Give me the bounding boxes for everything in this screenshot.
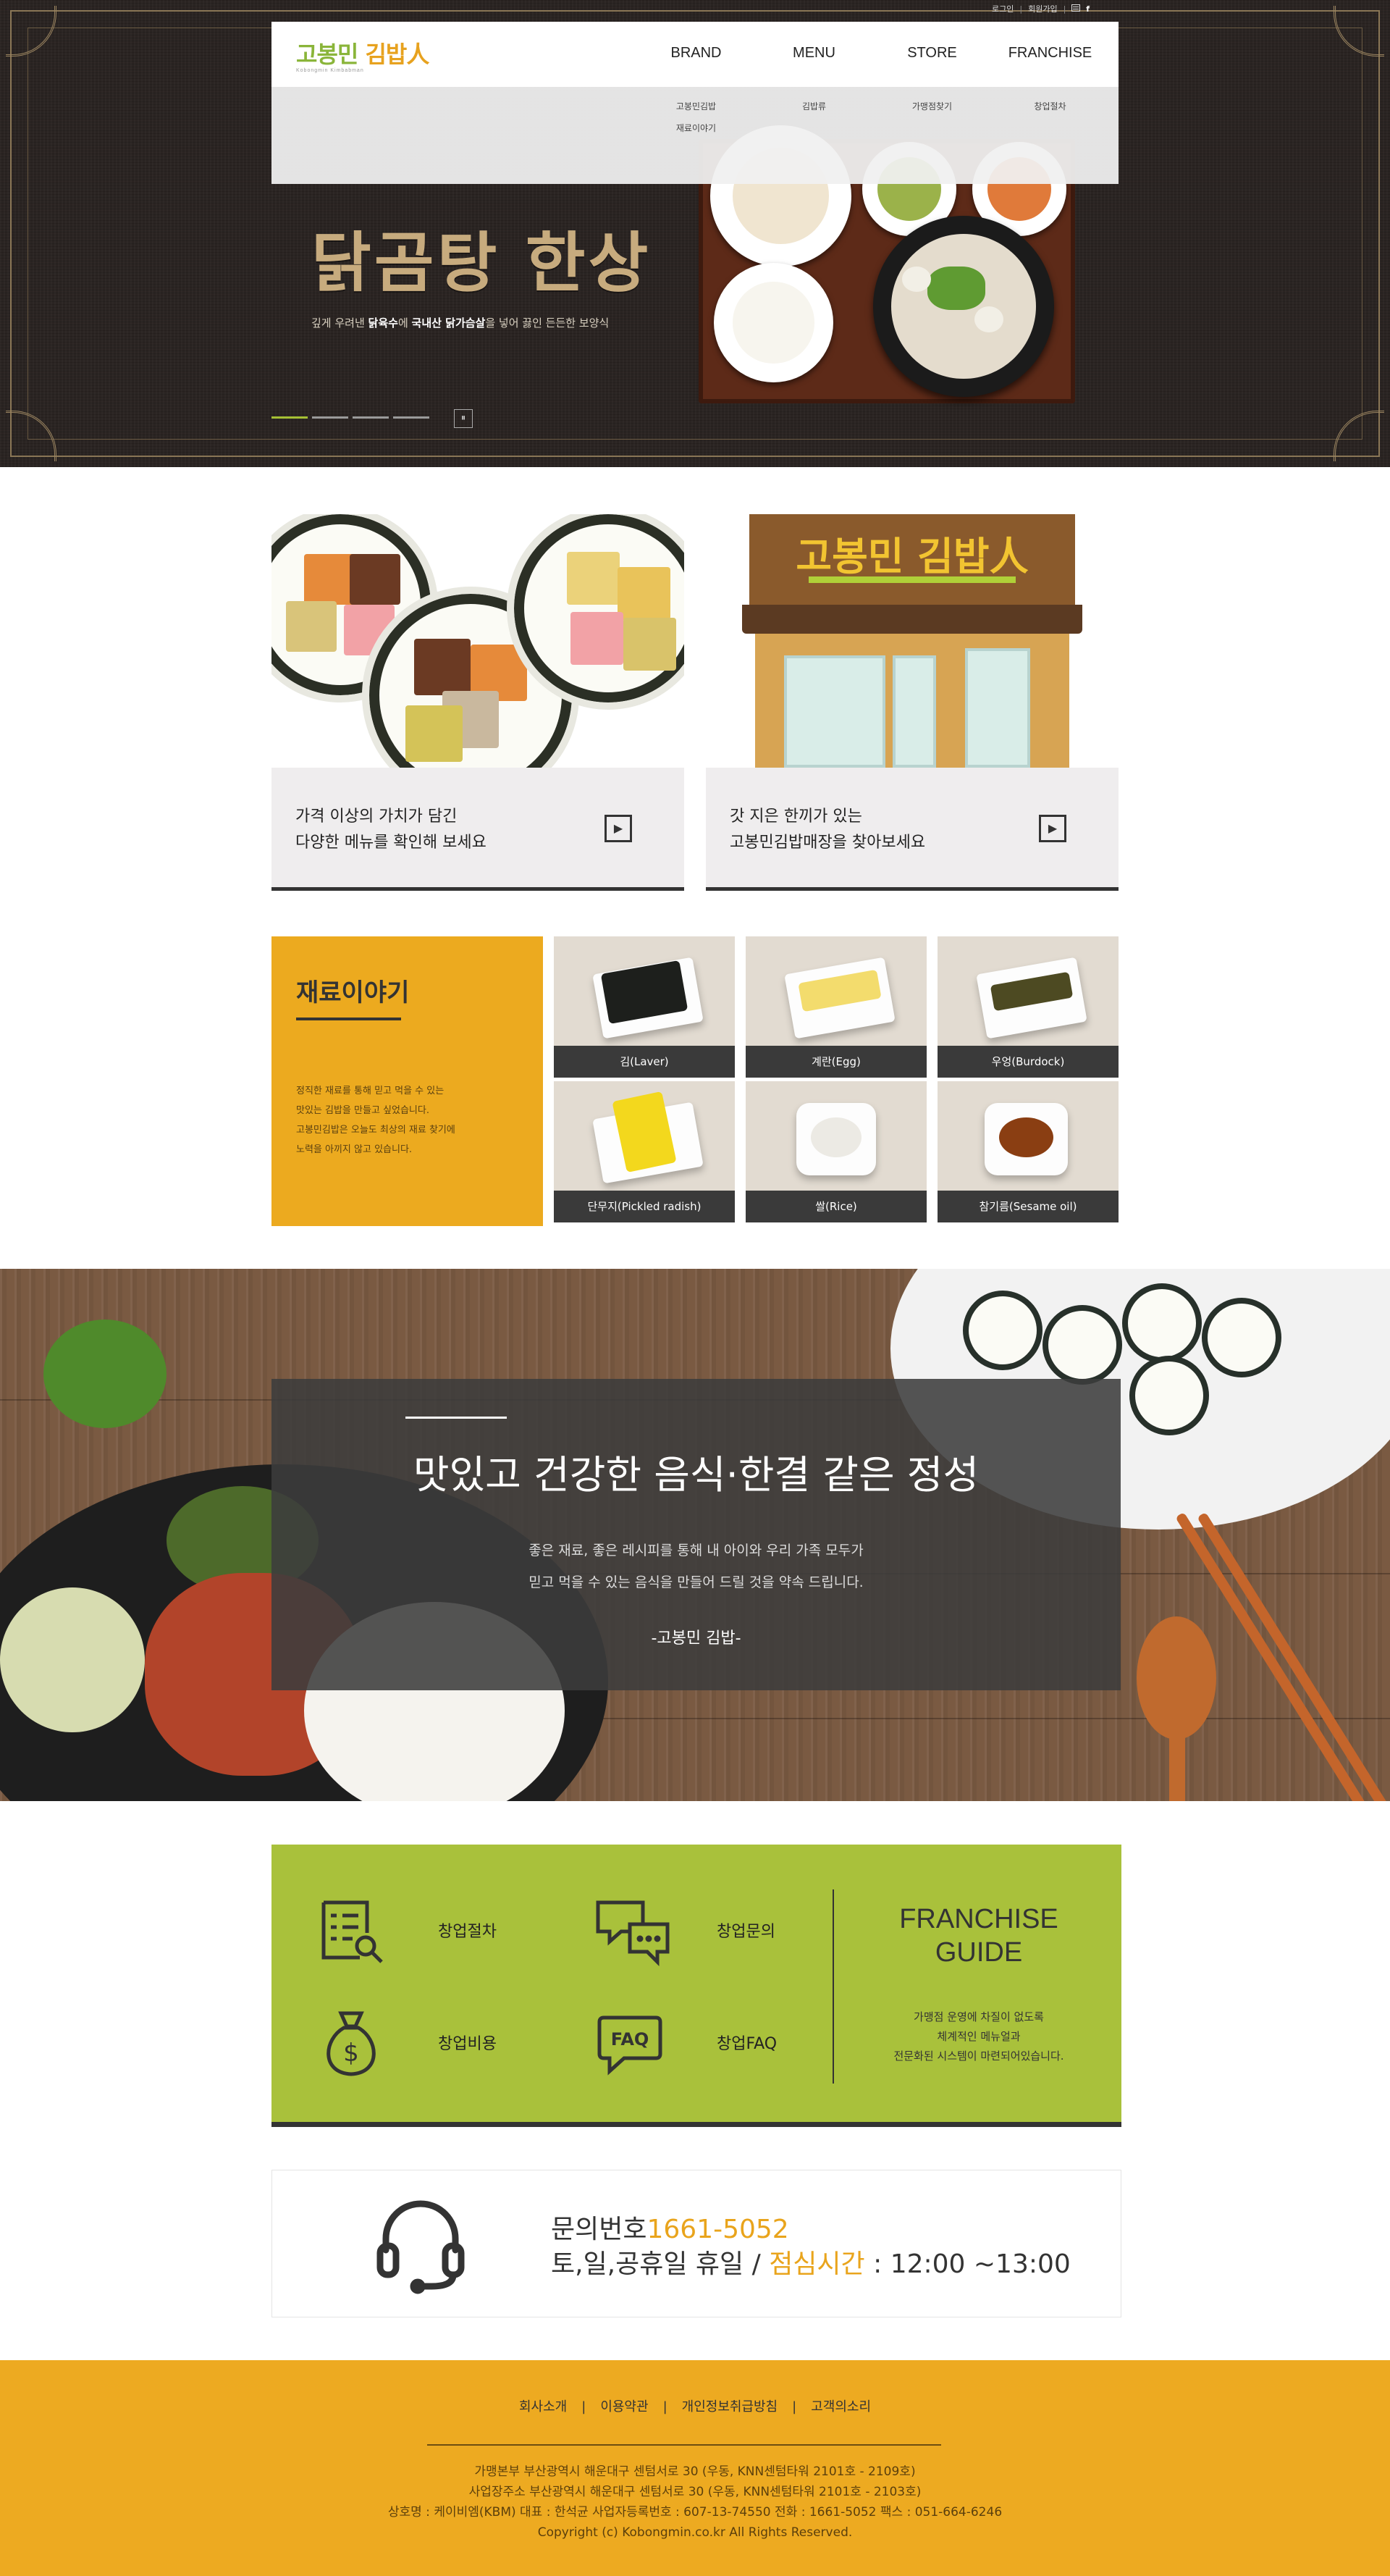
main-nav: BRAND MENU STORE FRANCHISE <box>637 45 1109 62</box>
svg-text:FAQ: FAQ <box>611 2029 649 2050</box>
pause-button[interactable]: ⏸ <box>454 409 473 428</box>
footer-links: 회사소개 | 이용약관 | 개인정보취급방침 | 고객의소리 <box>0 2396 1390 2415</box>
brand-logo[interactable]: 고봉민 김밥人 Kobongmin Kimbabman <box>296 36 429 73</box>
header-nav: 고봉민 김밥人 Kobongmin Kimbabman BRAND MENU S… <box>271 22 1119 87</box>
phone-number[interactable]: 1661-5052 <box>646 2215 788 2244</box>
nav-brand[interactable]: BRAND <box>637 45 755 62</box>
franchise-guide-description: 가맹점 운영에 차질이 없도록 체계적인 메뉴얼과 전문화된 시스템이 마련되어… <box>893 2010 1064 2063</box>
footer-company-info: 가맹본부 부산광역시 해운대구 센텀서로 30 (우동, KNN센텀타워 210… <box>387 2464 1003 2540</box>
ingredient-tile-rice[interactable]: 쌀(Rice) <box>746 1081 927 1222</box>
parsley-image <box>43 1320 167 1428</box>
menu-card[interactable]: 가격 이상의 가치가 담긴 다양한 메뉴를 확인해 보세요 ▶ <box>271 514 684 891</box>
slide-indicator[interactable] <box>393 416 429 419</box>
store-card[interactable]: 고봉민 김밥人 갓 지은 한끼가 있는 고봉민김밥매장을 찾아보세요 ▶ <box>706 514 1119 891</box>
play-arrow-icon[interactable]: ▶ <box>605 815 632 842</box>
store-sign: 고봉민 김밥人 <box>749 514 1075 605</box>
soup-bowl <box>873 216 1054 397</box>
ingredients-intro: 재료이야기 정직한 재료를 통해 믿고 먹을 수 있는 맛있는 김밥을 만들고 … <box>271 936 543 1226</box>
contact-box: 문의번호1661-5052 토,일,공휴일 휴일 / 점심시간 : 12:00 … <box>271 2170 1121 2317</box>
contact-phone: 문의번호1661-5052 <box>551 2215 789 2244</box>
card-title-line2: 다양한 메뉴를 확인해 보세요 <box>295 834 486 852</box>
faq-icon: FAQ <box>594 2007 666 2080</box>
footer: 회사소개 | 이용약관 | 개인정보취급방침 | 고객의소리 가맹본부 부산광역시 해운대구… <box>0 2360 1390 2576</box>
card-title-line1: 가격 이상의 가치가 담긴 <box>295 807 458 826</box>
headset-icon <box>370 2194 471 2295</box>
franchise-guide: 창업절차 창업문의 $ 창업비용 FAQ 창업FAQ FRANCHISE GUI… <box>271 1845 1121 2127</box>
card-title-line1: 갓 지은 한끼가 있는 <box>730 807 862 826</box>
ingredient-tile-sesame-oil[interactable]: 참기름(Sesame oil) <box>938 1081 1119 1222</box>
slider-indicators <box>271 416 429 419</box>
kimbap-image <box>271 514 684 768</box>
storefront-image: 고봉민 김밥人 <box>706 514 1119 768</box>
facebook-icon[interactable]: f <box>1086 4 1090 14</box>
footer-link-company[interactable]: 회사소개 <box>512 2399 574 2415</box>
banner-signature: -고봉민 김밥- <box>651 1629 741 1648</box>
footer-link-customer-voice[interactable]: 고객의소리 <box>804 2399 878 2415</box>
footer-link-terms[interactable]: 이용약관 <box>593 2399 655 2415</box>
ingredient-tile-egg[interactable]: 계란(Egg) <box>746 936 927 1078</box>
slide-indicator[interactable] <box>271 416 308 419</box>
utility-menu: 로그인 | 회원가입 | f <box>992 3 1090 14</box>
submenu-kobongmin[interactable]: 고봉민김밥 <box>637 96 755 117</box>
checklist-icon <box>315 1895 387 1968</box>
banner-description: 좋은 재료, 좋은 레시피를 통해 내 아이와 우리 가족 모두가 믿고 먹을 … <box>528 1543 864 1590</box>
hero-subtitle: 깊게 우려낸 닭육수에 국내산 닭가슴살을 넣어 끓인 든든한 보양식 <box>311 316 610 330</box>
slide-indicator[interactable] <box>312 416 348 419</box>
ingredients-description: 정직한 재료를 통해 믿고 먹을 수 있는 맛있는 김밥을 만들고 싶었습니다.… <box>296 1086 455 1155</box>
submenu-ingredients[interactable]: 재료이야기 <box>637 117 755 139</box>
submenu-kimbap[interactable]: 김밥류 <box>755 96 873 117</box>
hero-title: 닭곰탕 한상 <box>311 225 652 301</box>
banner-message-box: 맛있고 건강한 음식·한결 같은 정성 좋은 재료, 좋은 레시피를 통해 내 … <box>271 1379 1121 1690</box>
franchise-faq-link[interactable]: FAQ 창업FAQ <box>594 2000 811 2087</box>
login-link[interactable]: 로그인 <box>992 3 1014 14</box>
dropdown-submenu: 고봉민김밥 재료이야기 김밥류 가맹점찾기 창업절차 <box>271 87 1119 184</box>
submenu-startup-process[interactable]: 창업절차 <box>991 96 1109 117</box>
ingredient-tile-burdock[interactable]: 우엉(Burdock) <box>938 936 1119 1078</box>
franchise-cost-link[interactable]: $ 창업비용 <box>315 2000 532 2087</box>
money-bag-icon: $ <box>315 2007 387 2080</box>
footer-link-privacy[interactable]: 개인정보취급방침 <box>675 2399 785 2415</box>
submenu-store-finder[interactable]: 가맹점찾기 <box>873 96 991 117</box>
contact-hours: 토,일,공휴일 휴일 / 점심시간 : 12:00 ~13:00 <box>551 2249 1071 2279</box>
franchise-process-link[interactable]: 창업절차 <box>315 1888 532 1975</box>
card-title-line2: 고봉민김밥매장을 찾아보세요 <box>730 834 926 852</box>
ingredient-tile-laver[interactable]: 김(Laver) <box>554 936 735 1078</box>
banner-title: 맛있고 건강한 음식·한결 같은 정성 <box>413 1452 980 1498</box>
join-link[interactable]: 회원가입 <box>1028 3 1057 14</box>
rice-bowl <box>714 263 833 382</box>
slide-indicator[interactable] <box>353 416 389 419</box>
nav-store[interactable]: STORE <box>873 45 991 62</box>
nav-menu[interactable]: MENU <box>755 45 873 62</box>
brand-banner: 맛있고 건강한 음식·한결 같은 정성 좋은 재료, 좋은 레시피를 통해 내 … <box>0 1269 1390 1801</box>
svg-text:$: $ <box>343 2039 359 2068</box>
franchise-inquiry-link[interactable]: 창업문의 <box>594 1888 811 1975</box>
nav-franchise[interactable]: FRANCHISE <box>991 45 1109 62</box>
chat-bubbles-icon <box>594 1895 670 1968</box>
section-title: 재료이야기 <box>296 978 410 1007</box>
hero-slider: 로그인 | 회원가입 | f 고봉민 김밥人 Kobongmin Kimbabm… <box>0 0 1390 467</box>
play-arrow-icon[interactable]: ▶ <box>1039 815 1066 842</box>
franchise-guide-title: FRANCHISE GUIDE <box>899 1904 1058 1968</box>
sitemap-icon[interactable] <box>1071 4 1081 14</box>
ingredient-tile-pickled-radish[interactable]: 단무지(Pickled radish) <box>554 1081 735 1222</box>
